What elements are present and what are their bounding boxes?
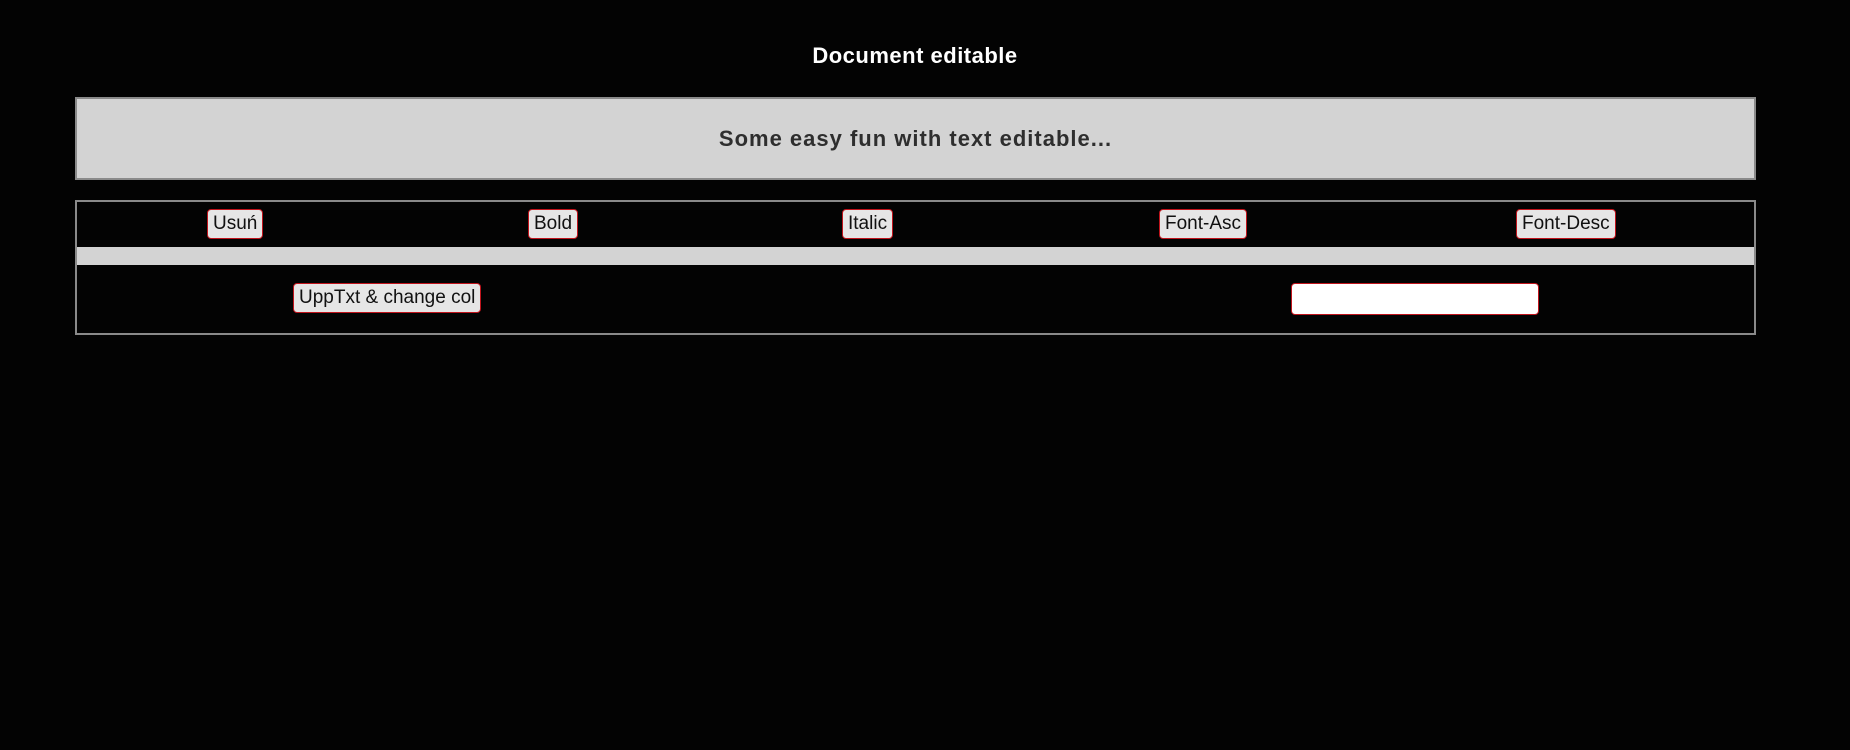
text-input[interactable] bbox=[1291, 283, 1539, 315]
toolbar-panel: Usuń Bold Italic Font-Asc Font-Desc UppT… bbox=[75, 200, 1756, 335]
font-desc-button[interactable]: Font-Desc bbox=[1516, 209, 1616, 239]
toolbar-row: Usuń Bold Italic Font-Asc Font-Desc bbox=[77, 202, 1754, 247]
divider-bar bbox=[77, 247, 1754, 265]
italic-button[interactable]: Italic bbox=[842, 209, 894, 239]
page-title: Document editable bbox=[812, 43, 1018, 68]
bold-button[interactable]: Bold bbox=[528, 209, 579, 239]
font-asc-button[interactable]: Font-Asc bbox=[1159, 209, 1248, 239]
delete-button[interactable]: Usuń bbox=[207, 209, 264, 239]
uppercase-change-color-button[interactable]: UppTxt & change col bbox=[293, 283, 482, 313]
editable-text-area[interactable]: Some easy fun with text editable... bbox=[75, 97, 1756, 180]
